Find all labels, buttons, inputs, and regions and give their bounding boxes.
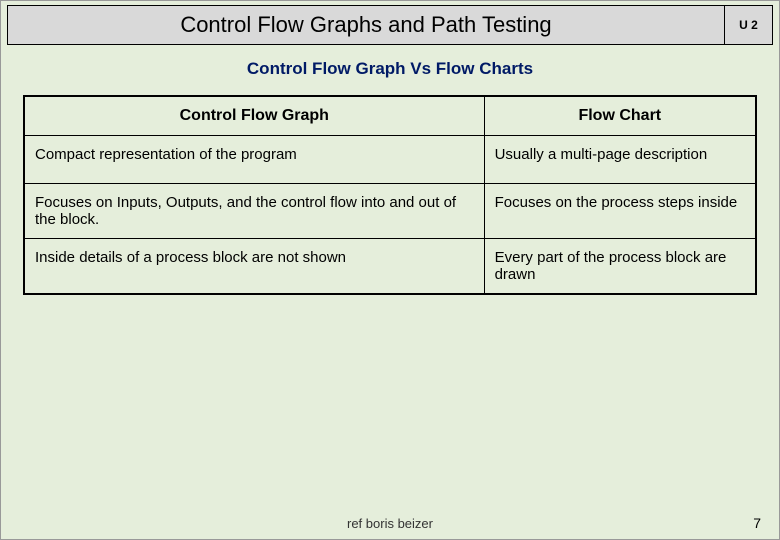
slide-title: Control Flow Graphs and Path Testing xyxy=(8,6,724,44)
comparison-table: Control Flow Graph Flow Chart Compact re… xyxy=(23,95,757,295)
table-row: Focuses on Inputs, Outputs, and the cont… xyxy=(24,184,756,239)
title-bar: Control Flow Graphs and Path Testing U 2 xyxy=(7,5,773,45)
table-row: Inside details of a process block are no… xyxy=(24,239,756,295)
table-row: Compact representation of the program Us… xyxy=(24,136,756,184)
footer-ref: ref boris beizer xyxy=(1,516,779,531)
cell-right: Every part of the process block are draw… xyxy=(484,239,756,295)
cell-left: Compact representation of the program xyxy=(24,136,484,184)
col-header-right: Flow Chart xyxy=(484,96,756,136)
cell-right: Focuses on the process steps inside xyxy=(484,184,756,239)
comparison-table-wrap: Control Flow Graph Flow Chart Compact re… xyxy=(23,95,757,295)
col-header-left: Control Flow Graph xyxy=(24,96,484,136)
page-number: 7 xyxy=(753,515,761,531)
table-header-row: Control Flow Graph Flow Chart xyxy=(24,96,756,136)
cell-right: Usually a multi-page description xyxy=(484,136,756,184)
slide-subtitle: Control Flow Graph Vs Flow Charts xyxy=(1,45,779,95)
slide: Control Flow Graphs and Path Testing U 2… xyxy=(0,0,780,540)
unit-badge: U 2 xyxy=(724,6,772,44)
cell-left: Inside details of a process block are no… xyxy=(24,239,484,295)
cell-left: Focuses on Inputs, Outputs, and the cont… xyxy=(24,184,484,239)
